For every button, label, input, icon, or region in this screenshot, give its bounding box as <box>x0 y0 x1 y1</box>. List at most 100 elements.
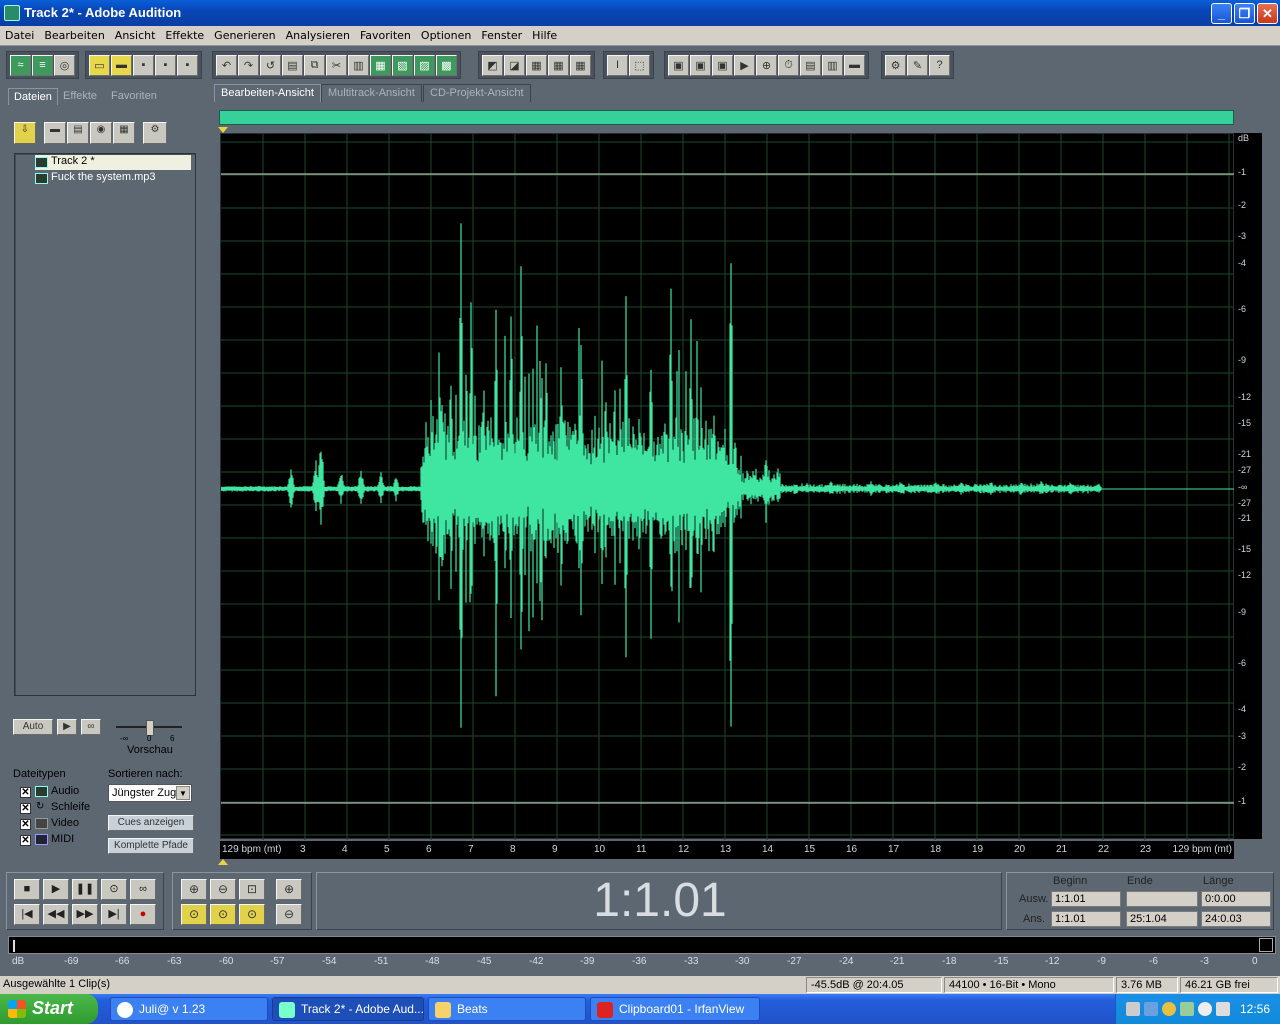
multitrack-view-icon[interactable]: ≡ <box>32 54 53 76</box>
task-juli[interactable]: Juli@ v 1.23 <box>110 997 268 1021</box>
menu-fenster[interactable]: Fenster <box>476 26 527 45</box>
selection-icon[interactable]: ▤ <box>800 54 821 76</box>
video-checkbox[interactable]: ✕ <box>20 819 31 830</box>
time-icon[interactable]: ⏱ <box>778 54 799 76</box>
tab-cd-view[interactable]: CD-Projekt-Ansicht <box>423 84 531 102</box>
security-icon[interactable] <box>1162 1002 1176 1016</box>
grid-c-icon[interactable]: ▦ <box>570 54 591 76</box>
settings-icon[interactable]: ⚙ <box>885 54 906 76</box>
zoom-left-icon[interactable]: ⊙ <box>210 904 236 925</box>
paste-new-icon[interactable]: ▦ <box>370 54 391 76</box>
playhead-marker-bottom[interactable] <box>218 859 228 865</box>
sort-select[interactable]: Jüngster Zug ▼ <box>108 784 192 802</box>
menu-effekte[interactable]: Effekte <box>160 26 209 45</box>
waveform-overview[interactable] <box>219 110 1234 125</box>
pause-button[interactable]: ❚❚ <box>72 879 98 900</box>
record-button[interactable]: ● <box>130 904 156 925</box>
chevron-down-icon[interactable]: ▼ <box>176 786 190 800</box>
open-icon[interactable]: ▬ <box>44 122 66 144</box>
repeat-icon[interactable]: ↺ <box>260 54 281 76</box>
transport-icon[interactable]: ▶ <box>734 54 755 76</box>
audition-app-icon[interactable] <box>4 5 20 21</box>
marquee-icon[interactable]: ⬚ <box>629 54 650 76</box>
app-tray-icon[interactable] <box>1216 1002 1230 1016</box>
waveform-display[interactable] <box>220 133 1235 840</box>
selection-begin-field[interactable]: 1:1.01 <box>1051 891 1121 907</box>
redo-icon[interactable]: ↷ <box>238 54 259 76</box>
spectral-icon[interactable]: ◪ <box>504 54 525 76</box>
go-to-end-button[interactable]: ▶| <box>101 904 127 925</box>
network-icon[interactable] <box>1144 1002 1158 1016</box>
play-preview-icon[interactable]: ▶ <box>57 719 77 735</box>
zoom-icon[interactable]: ⊕ <box>756 54 777 76</box>
paste-icon[interactable]: ▥ <box>348 54 369 76</box>
midi-checkbox[interactable]: ✕ <box>20 835 31 846</box>
play-to-end-button[interactable]: ⊙ <box>101 879 127 900</box>
menu-analysieren[interactable]: Analysieren <box>281 26 355 45</box>
task-beats[interactable]: Beats <box>428 997 586 1021</box>
menu-optionen[interactable]: Optionen <box>416 26 476 45</box>
minimize-button[interactable]: _ <box>1211 3 1232 24</box>
undo-icon[interactable]: ↶ <box>216 54 237 76</box>
menu-generieren[interactable]: Generieren <box>209 26 280 45</box>
edit-file-icon[interactable]: ▦ <box>113 122 135 144</box>
task-irfanview[interactable]: Clipboard01 - IrfanView <box>590 997 760 1021</box>
markers-icon[interactable]: ▣ <box>690 54 711 76</box>
full-paths-button[interactable]: Komplette Pfade <box>108 838 194 854</box>
update-icon[interactable] <box>1198 1002 1212 1016</box>
envelope-icon[interactable]: ◩ <box>482 54 503 76</box>
show-cues-button[interactable]: Cues anzeigen <box>108 815 194 831</box>
tab-favoriten[interactable]: Favoriten <box>106 88 162 105</box>
stop-button[interactable]: ■ <box>14 879 40 900</box>
loop-preview-icon[interactable]: ∞ <box>81 719 101 735</box>
time-ruler[interactable]: 129 bpm (mt) 129 bpm (mt) 3 4 5 6 7 8 9 10 11 12 1… <box>220 841 1234 859</box>
import-icon[interactable]: ⇩ <box>14 122 36 144</box>
mix-paste-icon[interactable]: ▧ <box>392 54 413 76</box>
view-length-field[interactable]: 24:0.03 <box>1201 911 1271 927</box>
crop-icon[interactable]: ▩ <box>436 54 457 76</box>
loop-checkbox[interactable]: ✕ <box>20 803 31 814</box>
file-list[interactable]: Track 2 * Fuck the system.mp3 <box>14 153 196 696</box>
zoom-out-horizontal-icon[interactable]: ⊖ <box>210 879 236 900</box>
zoom-right-icon[interactable]: ⊙ <box>239 904 265 925</box>
tray-icon[interactable] <box>1126 1002 1140 1016</box>
save-all-icon[interactable]: ▪ <box>177 54 198 76</box>
audio-checkbox[interactable]: ✕ <box>20 787 31 798</box>
tab-effekte[interactable]: Effekte <box>58 88 102 105</box>
list-item[interactable]: Fuck the system.mp3 <box>35 171 191 186</box>
grid-a-icon[interactable]: ▦ <box>526 54 547 76</box>
zoom-in-horizontal-icon[interactable]: ⊕ <box>181 879 207 900</box>
play-button[interactable]: ▶ <box>43 879 69 900</box>
volume-icon[interactable] <box>1180 1002 1194 1016</box>
tab-multitrack-view[interactable]: Multitrack-Ansicht <box>321 84 422 102</box>
copy-new-icon[interactable]: ▤ <box>282 54 303 76</box>
start-button[interactable]: Start <box>0 994 98 1024</box>
close-button[interactable]: ✕ <box>1257 3 1278 24</box>
rewind-button[interactable]: ◀◀ <box>43 904 69 925</box>
organizer-icon[interactable]: ▣ <box>668 54 689 76</box>
menu-favoriten[interactable]: Favoriten <box>355 26 416 45</box>
menu-bearbeiten[interactable]: Bearbeiten <box>39 26 109 45</box>
save-icon[interactable]: ▪ <box>133 54 154 76</box>
tab-edit-view[interactable]: Bearbeiten-Ansicht <box>214 84 321 102</box>
zoom-in-vertical-icon[interactable]: ⊕ <box>276 879 302 900</box>
grid-b-icon[interactable]: ▦ <box>548 54 569 76</box>
maximize-button[interactable]: ❐ <box>1234 3 1255 24</box>
cut-icon[interactable]: ✂ <box>326 54 347 76</box>
zoom-full-icon[interactable]: ⊡ <box>239 879 265 900</box>
selection-end-field[interactable] <box>1126 891 1198 907</box>
save-as-icon[interactable]: ▪ <box>155 54 176 76</box>
selection-length-field[interactable]: 0:0.00 <box>1201 891 1271 907</box>
zoom-selection-icon[interactable]: ⊙ <box>181 904 207 925</box>
time-selection-icon[interactable]: I <box>607 54 628 76</box>
preview-volume-slider[interactable] <box>110 720 190 736</box>
menu-datei[interactable]: Datei <box>0 26 39 45</box>
options-icon[interactable]: ⚙ <box>143 122 167 144</box>
cd-view-icon[interactable]: ◎ <box>54 54 75 76</box>
list-item[interactable]: Track 2 * <box>35 155 191 170</box>
view-begin-field[interactable]: 1:1.01 <box>1051 911 1121 927</box>
tab-dateien[interactable]: Dateien <box>8 88 58 105</box>
menu-ansicht[interactable]: Ansicht <box>110 26 161 45</box>
close-file-icon[interactable]: ▤ <box>67 122 89 144</box>
zoom-out-vertical-icon[interactable]: ⊖ <box>276 904 302 925</box>
